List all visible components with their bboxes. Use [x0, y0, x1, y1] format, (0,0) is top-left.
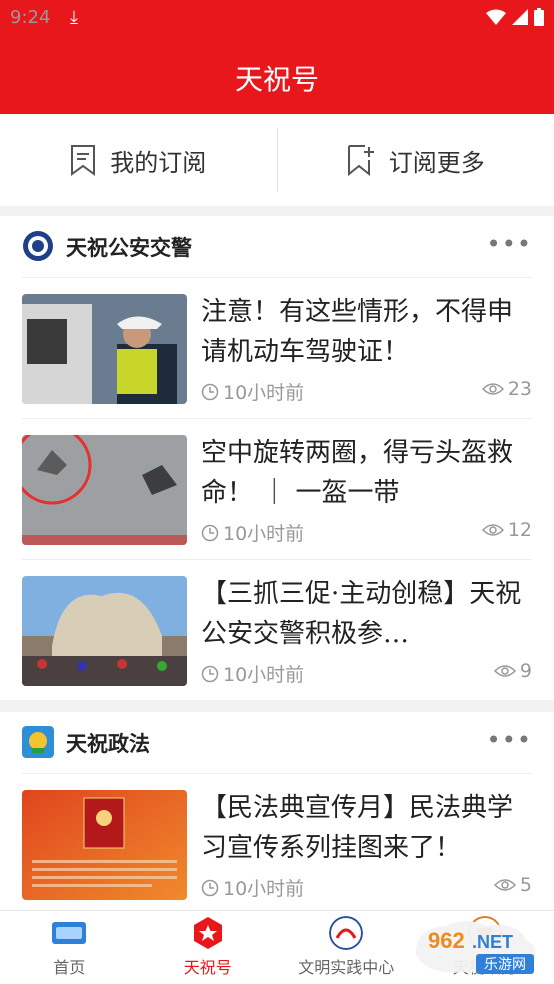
home-icon	[52, 922, 87, 944]
eye-icon	[481, 524, 504, 536]
page-title: 天祝号	[234, 63, 319, 96]
news-views-text: 9	[519, 660, 532, 682]
nav-civilization-label: 文明实践中心	[298, 958, 395, 977]
eye-icon	[493, 879, 516, 891]
bookmark-add-icon	[347, 145, 374, 176]
news-time-text: 10小时前	[223, 382, 305, 404]
clock-icon	[201, 879, 219, 896]
news-time: 10小时前	[201, 378, 304, 405]
bookmark-list-icon	[71, 145, 96, 176]
subscribe-more-label: 订阅更多	[388, 148, 485, 177]
nav-tianzhu[interactable]: 天祝号	[139, 911, 278, 984]
subscribe-more-button[interactable]: 订阅更多	[278, 114, 554, 206]
news-views: 5	[493, 874, 532, 896]
nav-tianzhu-label: 天祝号	[183, 958, 232, 977]
list-item[interactable]: 空中旋转两圈，得亏头盔救命！ ｜ 一盔一带 10小时前 12	[22, 419, 532, 560]
news-thumbnail	[22, 790, 187, 900]
news-title: 注意！有这些情形，不得申请机动车驾驶证！	[201, 297, 514, 367]
clock-icon	[201, 665, 219, 682]
wifi-icon	[486, 9, 506, 25]
my-subscriptions-label: 我的订阅	[110, 148, 207, 177]
court-emblem-icon	[22, 726, 54, 758]
channel-name: 天祝政法	[66, 732, 150, 756]
title-bar: 天祝号	[0, 38, 554, 114]
eye-icon	[481, 383, 504, 395]
news-views-text: 23	[507, 378, 532, 400]
site-watermark-logo: 962 .NET 乐游网	[416, 921, 536, 974]
clock-icon	[201, 383, 219, 400]
channel-section: 天祝公安交警 ••• 注意！有这些情形，不得申请机动车驾驶证！ 10小时前 23	[0, 216, 554, 700]
list-item[interactable]: 注意！有这些情形，不得申请机动车驾驶证！ 10小时前 23	[22, 278, 532, 419]
news-time-text: 10小时前	[223, 664, 305, 686]
news-thumbnail	[22, 294, 187, 404]
nav-home-label: 首页	[53, 958, 86, 977]
svg-text:962: 962	[428, 928, 465, 953]
list-item[interactable]: 【民法典宣传月】民法典学习宣传系列挂图来了！ 10小时前 5	[22, 774, 532, 912]
status-icons	[486, 8, 544, 26]
channel-header[interactable]: 天祝政法 •••	[22, 712, 532, 774]
nav-civilization[interactable]: 文明实践中心	[277, 911, 416, 984]
status-time: 9:24	[10, 7, 51, 28]
police-badge-icon	[23, 231, 53, 261]
subscription-bar: 我的订阅 订阅更多	[0, 114, 554, 206]
news-thumbnail	[22, 435, 187, 545]
svg-text:.NET: .NET	[472, 932, 513, 952]
nav-home[interactable]: 首页	[0, 911, 139, 984]
news-time: 10小时前	[201, 874, 304, 901]
news-title: 【三抓三促·主动创稳】天祝公安交警积极参…	[201, 579, 522, 649]
channel-section: 天祝政法 ••• 【民法典宣传月】民法典学习宣传系列挂图来了！ 10小时前 5	[0, 712, 554, 912]
news-title: 【民法典宣传月】民法典学习宣传系列挂图来了！	[201, 793, 514, 863]
news-thumbnail	[22, 576, 187, 686]
news-time-text: 10小时前	[223, 878, 305, 900]
star-badge-icon	[193, 917, 222, 949]
more-options-icon[interactable]: •••	[487, 726, 532, 754]
svg-text:乐游网: 乐游网	[484, 957, 526, 973]
news-time: 10小时前	[201, 519, 304, 546]
eye-icon	[493, 665, 516, 677]
news-views: 12	[481, 519, 532, 541]
news-views: 9	[493, 660, 532, 682]
news-time: 10小时前	[201, 660, 304, 687]
channel-name: 天祝公安交警	[66, 236, 192, 260]
news-views-text: 12	[507, 519, 532, 541]
signal-icon	[512, 9, 528, 25]
list-item[interactable]: 【三抓三促·主动创稳】天祝公安交警积极参… 10小时前 9	[22, 560, 532, 701]
news-views: 23	[481, 378, 532, 400]
news-time-text: 10小时前	[223, 523, 305, 545]
download-icon: ⤓	[70, 7, 78, 28]
my-subscriptions-button[interactable]: 我的订阅	[0, 114, 277, 206]
clock-icon	[201, 524, 219, 541]
more-options-icon[interactable]: •••	[487, 230, 532, 258]
news-views-text: 5	[519, 874, 532, 896]
status-bar: 9:24 ⤓	[0, 0, 554, 38]
battery-icon	[534, 8, 544, 26]
civilization-emblem-icon	[329, 916, 364, 950]
channel-header[interactable]: 天祝公安交警 •••	[22, 216, 532, 278]
news-title: 空中旋转两圈，得亏头盔救命！ ｜ 一盔一带	[201, 438, 514, 508]
